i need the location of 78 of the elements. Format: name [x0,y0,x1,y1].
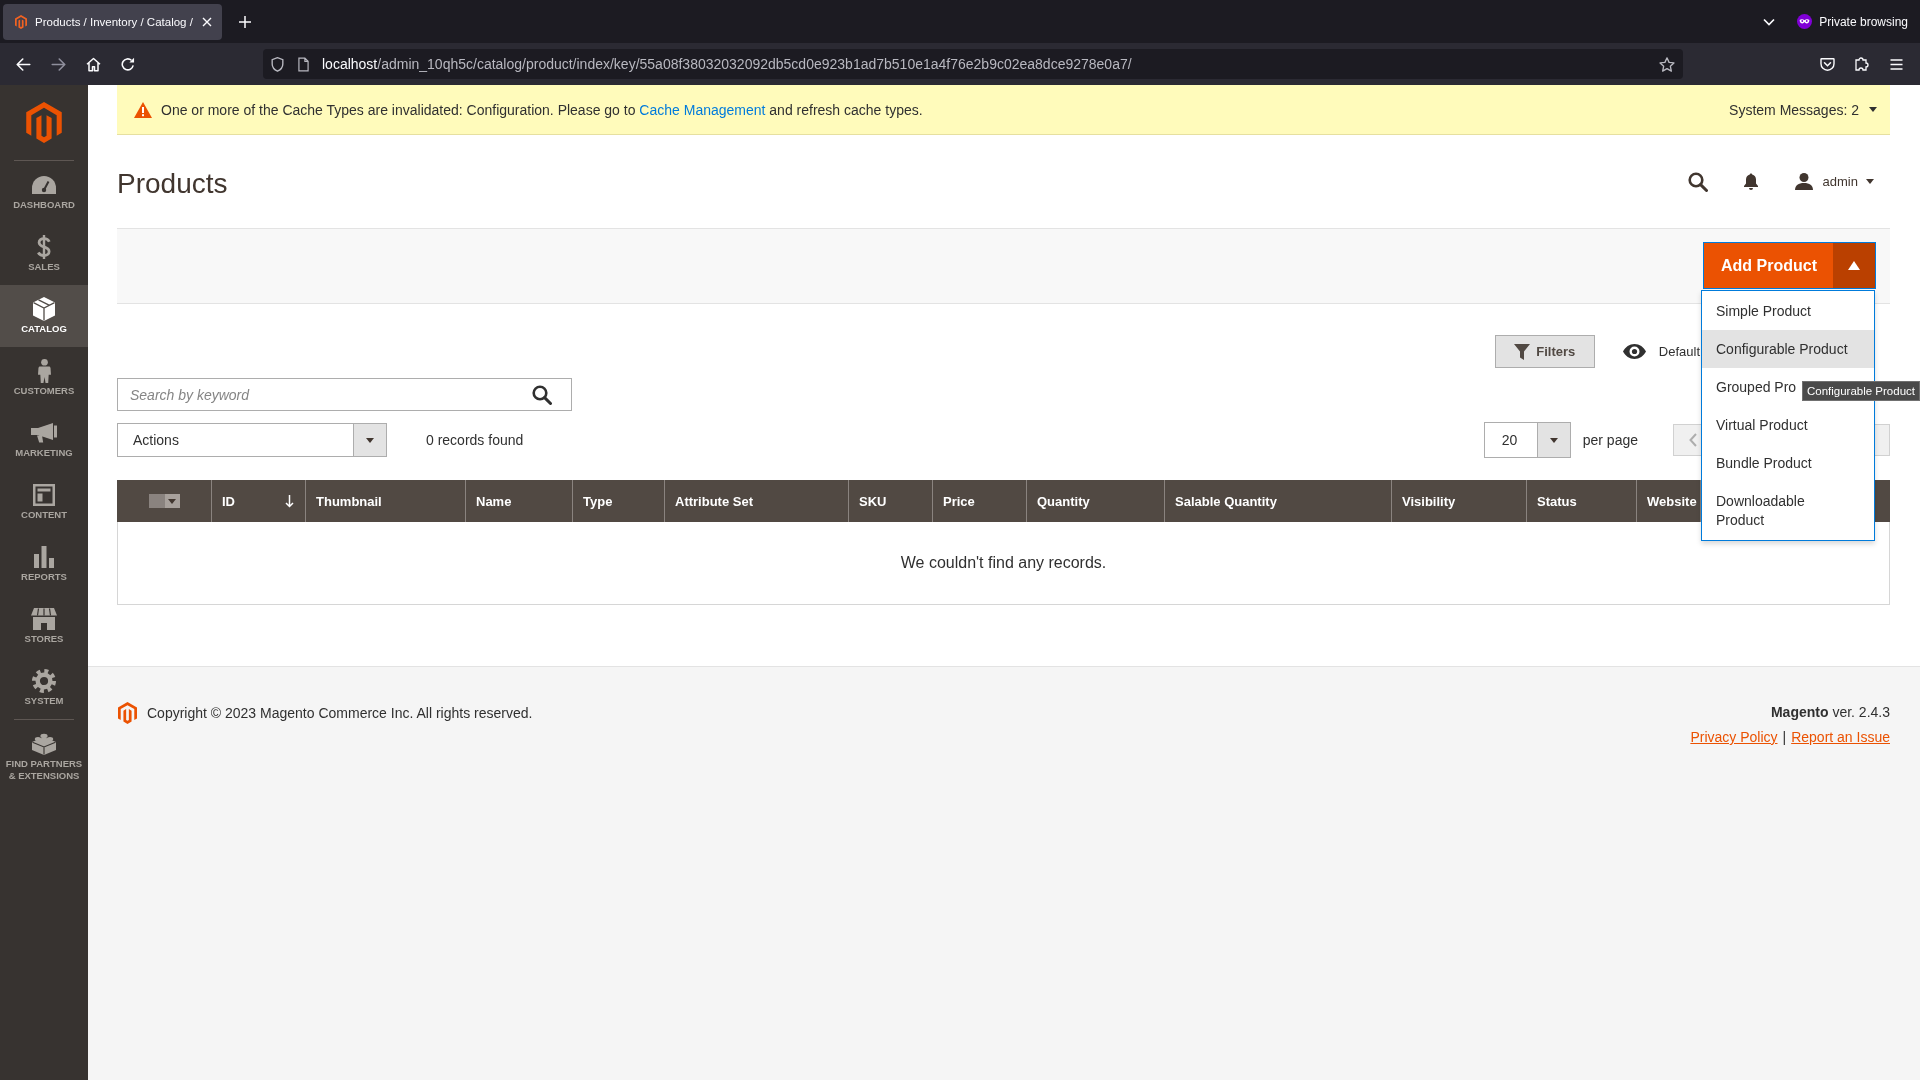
bar-chart-icon [34,546,54,568]
link-separator: | [1782,729,1787,745]
warning-icon [134,101,152,118]
search-field[interactable]: Search by keyword [117,378,572,411]
logo-icon[interactable] [26,102,62,143]
chevron-left-icon [1689,433,1697,447]
caret-icon [1549,437,1558,443]
user-menu[interactable]: admin [1794,173,1874,190]
add-product-button[interactable]: Add Product [1703,242,1833,289]
search-icon[interactable] [1687,171,1708,192]
version-text: Magento ver. 2.4.3 [1769,703,1890,722]
gauge-icon [32,176,56,194]
funnel-icon [1514,343,1531,360]
menu-item[interactable]: Downloadable Product [1702,482,1874,539]
caret-icon [1869,107,1877,112]
megaphone-icon [31,423,57,443]
bell-icon[interactable] [1743,173,1758,190]
puzzle-icon[interactable] [1855,57,1869,71]
star-icon[interactable] [1659,56,1675,72]
menu-icon[interactable] [1889,58,1904,70]
sidebar-item[interactable]: CONTENT [0,471,88,533]
person-icon [37,358,51,384]
system-messages-toggle[interactable]: System Messages: 2 [1729,101,1877,118]
sidebar-item[interactable]: CUSTOMERS [0,347,88,409]
view-switcher[interactable]: Default [1622,344,1700,359]
filters-button[interactable]: Filters [1494,335,1595,368]
back-arrow-icon[interactable] [16,57,31,71]
sidebar-item[interactable]: MARKETING [0,409,88,471]
actions-select[interactable]: Actions [117,423,387,457]
reload-icon[interactable] [121,56,135,72]
menu-item[interactable]: Bundle Product [1702,444,1874,482]
sidebar-item[interactable]: CATALOG [0,285,88,347]
plus-icon[interactable] [239,15,251,28]
cube-icon [33,297,55,321]
menu-item[interactable]: Simple Product [1702,292,1874,330]
sidebar-item[interactable]: SALES [0,223,88,285]
menu-item[interactable]: Configurable Product [1702,330,1874,368]
home-icon[interactable] [86,56,101,72]
mask-icon [1797,14,1813,29]
page-icon [298,56,309,72]
logo-icon [15,14,27,29]
tooltip: Configurable Product [1801,381,1920,401]
search-icon[interactable] [532,385,552,405]
sidebar-item[interactable]: SYSTEM [0,657,88,719]
caret-up-icon [1848,261,1860,270]
sidebar-item[interactable]: FIND PARTNERS & EXTENSIONS [0,720,88,790]
brick-icon [32,733,56,755]
select-all-control[interactable] [148,494,180,508]
empty-message: We couldn't find any records. [900,554,1107,572]
sidebar-item[interactable]: STORES [0,595,88,657]
browser-tab[interactable]: Products / Inventory / Catalog / [3,3,222,40]
storefront-icon [31,608,57,630]
menu-toggle-button[interactable] [1833,242,1876,289]
sidebar-item[interactable]: REPORTS [0,533,88,595]
page-title: Products [117,167,228,200]
cache-management-link[interactable]: Cache Management [639,101,766,118]
caret-icon [1866,179,1874,184]
logo-icon [118,702,137,724]
dollar-icon [37,235,51,259]
pocket-icon[interactable] [1820,57,1835,71]
gear-icon [32,669,56,693]
chevron-down-icon[interactable] [1763,17,1776,26]
user-icon [1794,173,1813,190]
shield-icon[interactable] [271,56,284,72]
caret-icon [168,498,176,504]
copyright-text: Copyright © 2023 Magento Commerce Inc. All rights reserved. [147,704,533,723]
cache-warning-message: One or more of the Cache Types are invalidated: Configuration. Please go to Cache Management and refresh cache types. [161,101,924,118]
private-browsing-label: Private browsing [1819,14,1908,29]
address-bar[interactable]: localhost/admin_10qh5c/catalog/product/index/key/55a08f38032032092db5cd0e923b1ad7b510e1a4f76e2b9c02ea8dce9278e0a7/ [263,49,1683,79]
eye-icon [1622,344,1646,359]
layout-icon [33,484,55,506]
records-count: 0 records found [426,432,524,448]
caret-icon [366,437,374,443]
menu-item[interactable]: Virtual Product [1702,406,1874,444]
sidebar-item[interactable]: DASHBOARD [0,161,88,223]
per-page-label: per page [1582,432,1638,448]
per-page-select[interactable]: 20 [1483,422,1571,458]
close-icon[interactable] [202,16,212,27]
